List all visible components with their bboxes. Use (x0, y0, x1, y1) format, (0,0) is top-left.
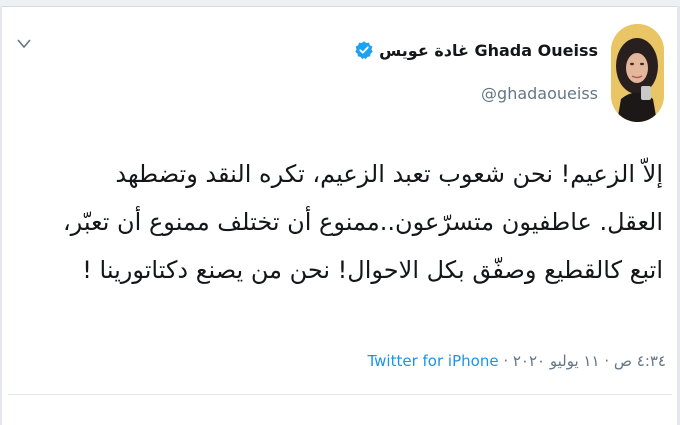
avatar[interactable] (611, 24, 664, 122)
tweet-line: العقل. عاطفيون متسرّعون..ممنوع أن تختلف … (62, 208, 663, 236)
author-display-name[interactable]: غادة عويس Ghada Oueiss (379, 41, 598, 60)
tweet-line: إلاّ الزعيم! نحن شعوب تعبد الزعيم، تكره … (115, 160, 663, 188)
tweet-line: اتبع كالقطيع وصفّق بكل الاحوال! نحن من ي… (82, 256, 663, 284)
meta-separator: · (498, 352, 513, 370)
author-handle[interactable]: @ghadaoueiss (481, 84, 598, 103)
window-left-edge (0, 6, 2, 425)
author-name-row[interactable]: غادة عويس Ghada Oueiss (354, 40, 598, 60)
tweet-text: إلاّ الزعيم! نحن شعوب تعبد الزعيم، تكره … (11, 150, 663, 294)
verified-badge-icon (355, 41, 373, 60)
tweet-timestamp[interactable]: ٤:٣٤ ص · ١١ يوليو ٢٠٢٠ (513, 352, 666, 370)
tweet-meta: Twitter for iPhone · ٤:٣٤ ص · ١١ يوليو ٢… (367, 352, 666, 370)
chevron-down-icon[interactable] (14, 36, 34, 52)
tweet-source-link[interactable]: Twitter for iPhone (367, 352, 498, 370)
window-top-edge (0, 0, 680, 7)
divider (8, 394, 672, 395)
profile-photo-icon (611, 24, 664, 122)
